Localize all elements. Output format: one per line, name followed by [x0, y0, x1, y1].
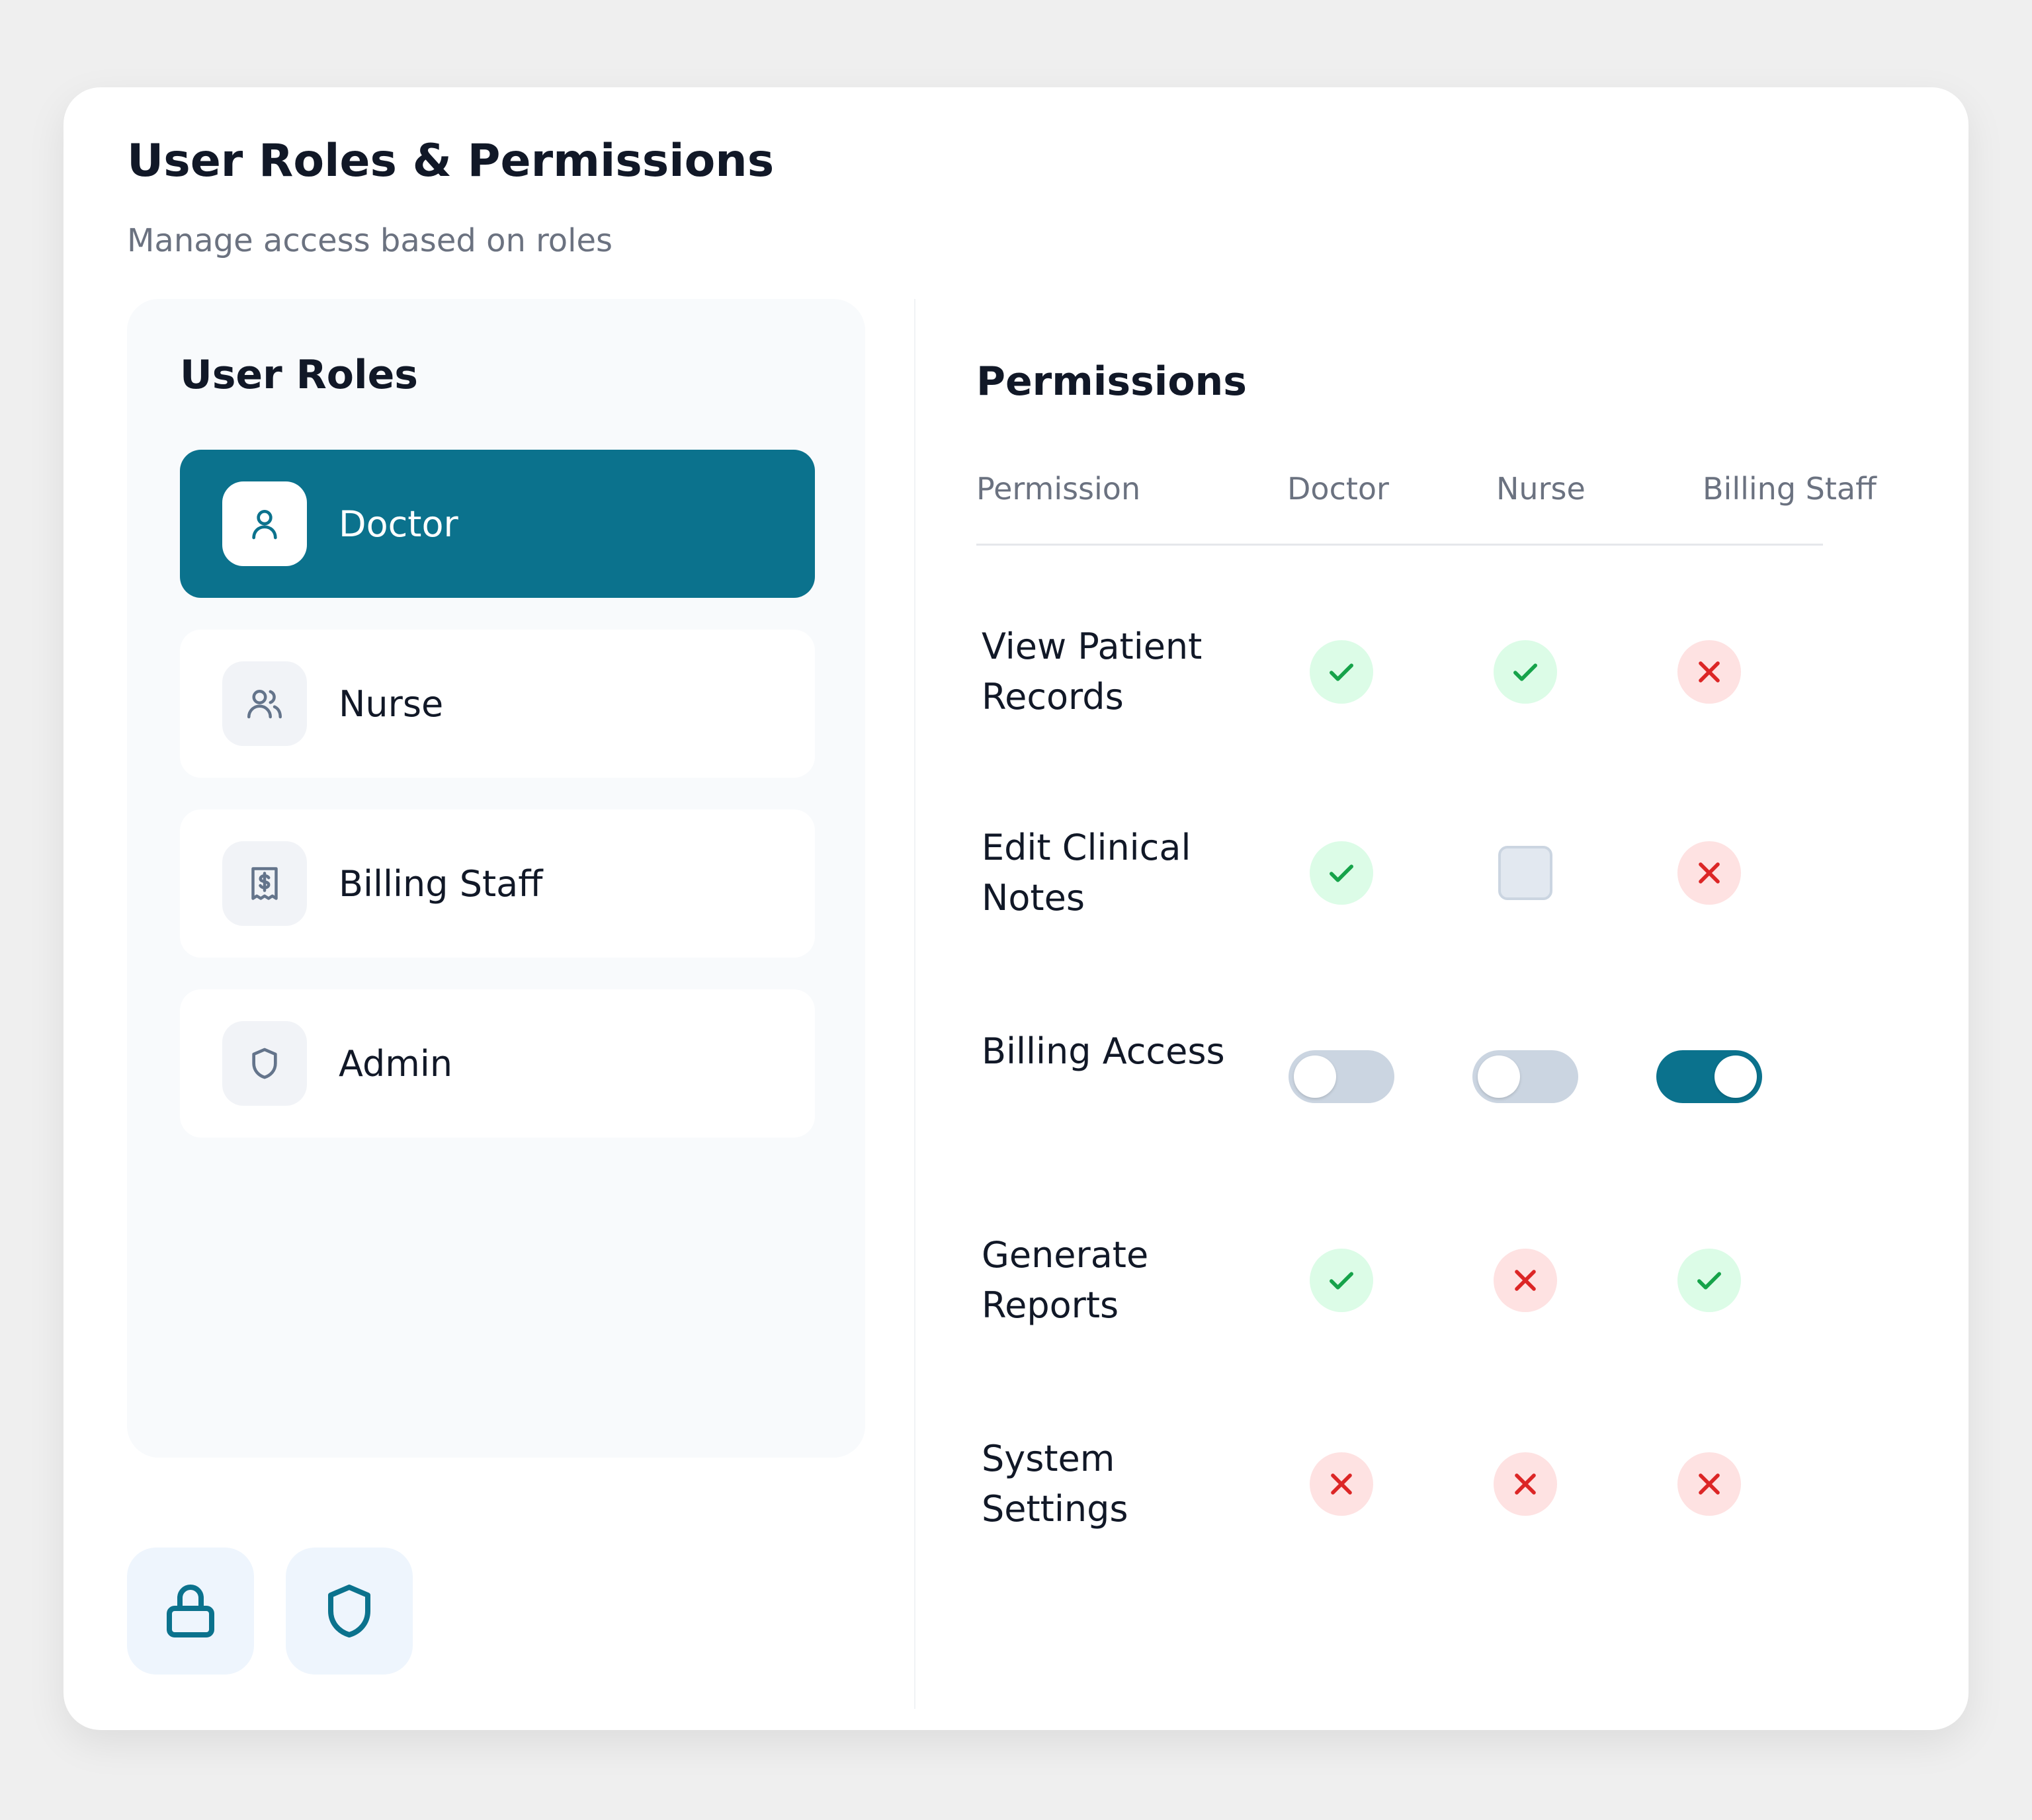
permission-name: System Settings: [982, 1438, 1128, 1530]
granted-badge: [1310, 640, 1373, 704]
permission-cell-billing-staff: [1650, 632, 1769, 712]
lock-icon: [167, 1585, 214, 1637]
security-shield-button[interactable]: [286, 1548, 413, 1675]
permission-cell-billing-staff: [1650, 1241, 1769, 1320]
x-icon: [1699, 661, 1720, 682]
granted-badge: [1677, 1249, 1741, 1312]
receipt-icon: [222, 841, 307, 926]
check-icon: [1330, 864, 1353, 882]
toggle-knob: [1478, 1055, 1520, 1098]
permission-name: View Patient Records: [982, 626, 1203, 718]
permission-cell-nurse: [1466, 1444, 1585, 1524]
column-header-billing-staff: Billing Staff: [1703, 471, 1877, 507]
permission-cell-nurse: [1466, 632, 1585, 712]
denied-badge: [1677, 640, 1741, 704]
permission-cell-nurse: [1466, 1241, 1585, 1320]
column-header-doctor: Doctor: [1287, 471, 1389, 507]
permission-cell-billing-staff: [1650, 1444, 1769, 1524]
granted-badge: [1310, 841, 1373, 905]
column-header-nurse: Nurse: [1496, 471, 1586, 507]
page-subtitle: Manage access based on roles: [127, 222, 613, 259]
permission-cell-doctor: [1282, 1037, 1401, 1116]
denied-badge: [1494, 1249, 1557, 1312]
role-label: Nurse: [339, 682, 444, 725]
permission-cell-doctor: [1282, 833, 1401, 913]
column-header-permission: Permission: [976, 471, 1141, 507]
role-item-admin[interactable]: Admin: [180, 989, 815, 1138]
toggle-knob: [1294, 1055, 1336, 1098]
granted-badge: [1494, 640, 1557, 704]
role-label: Billing Staff: [339, 862, 543, 905]
permission-cell-billing-staff: [1650, 833, 1769, 913]
permission-cell-nurse: [1466, 833, 1585, 913]
x-icon: [1699, 862, 1720, 884]
x-icon: [1331, 1473, 1352, 1495]
user-icon: [222, 481, 307, 566]
permission-toggle[interactable]: [1289, 1050, 1394, 1103]
permission-name: Generate Reports: [982, 1234, 1149, 1326]
permission-cell-billing-staff: [1650, 1037, 1769, 1116]
role-item-nurse[interactable]: Nurse: [180, 630, 815, 778]
denied-badge: [1677, 1452, 1741, 1516]
permission-checkbox[interactable]: [1498, 846, 1552, 900]
user-roles-panel: User Roles Doctor Nurse Billing Staff Ad…: [127, 299, 865, 1458]
role-item-billing-staff[interactable]: Billing Staff: [180, 809, 815, 958]
page-title: User Roles & Permissions: [127, 135, 775, 187]
users-icon: [222, 661, 307, 746]
shield-icon: [222, 1021, 307, 1106]
role-label: Admin: [339, 1042, 453, 1085]
permission-toggle[interactable]: [1656, 1050, 1762, 1103]
check-icon: [1697, 1272, 1721, 1290]
check-icon: [1330, 663, 1353, 681]
x-icon: [1699, 1473, 1720, 1495]
check-icon: [1513, 663, 1537, 681]
toggle-knob: [1714, 1055, 1757, 1098]
role-item-doctor[interactable]: Doctor: [180, 450, 815, 598]
x-icon: [1515, 1270, 1536, 1291]
denied-badge: [1677, 841, 1741, 905]
check-icon: [1330, 1272, 1353, 1290]
permission-cell-doctor: [1282, 1444, 1401, 1524]
permission-cell-doctor: [1282, 1241, 1401, 1320]
shield-icon: [328, 1585, 370, 1637]
permission-cell-nurse: [1466, 1037, 1585, 1116]
permission-name: Edit Clinical Notes: [982, 827, 1191, 919]
roles-permissions-card: User Roles & Permissions Manage access b…: [64, 87, 1968, 1730]
permissions-heading: Permissions: [976, 358, 1247, 405]
role-label: Doctor: [339, 503, 458, 545]
x-icon: [1515, 1473, 1536, 1495]
denied-badge: [1310, 1452, 1373, 1516]
permission-cell-doctor: [1282, 632, 1401, 712]
header-divider: [976, 544, 1823, 546]
user-roles-heading: User Roles: [180, 352, 418, 398]
lock-button[interactable]: [127, 1548, 254, 1675]
permission-name: Billing Access: [982, 1030, 1225, 1072]
denied-badge: [1494, 1452, 1557, 1516]
panel-divider: [914, 299, 915, 1709]
granted-badge: [1310, 1249, 1373, 1312]
permission-toggle[interactable]: [1472, 1050, 1578, 1103]
